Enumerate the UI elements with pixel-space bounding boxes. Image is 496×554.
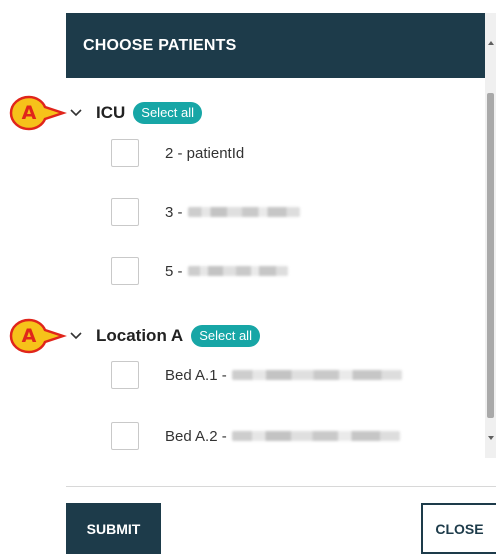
patient-row[interactable]: Bed A.1 -	[111, 357, 402, 393]
scroll-down-arrow-icon[interactable]	[488, 436, 494, 440]
patient-checkbox[interactable]	[111, 422, 139, 450]
redacted-name	[231, 370, 402, 380]
callout-marker: A	[5, 93, 67, 133]
chevron-down-icon[interactable]	[66, 98, 86, 128]
group-header-icu: ICU Select all	[66, 98, 203, 128]
callout-letter: A	[21, 102, 37, 124]
redacted-name	[231, 431, 400, 441]
list-scrollbar[interactable]	[485, 13, 496, 458]
dialog-title: CHOOSE PATIENTS	[83, 36, 237, 54]
patient-checkbox[interactable]	[111, 257, 139, 285]
patient-label: 2 - patientId	[165, 144, 245, 162]
patient-label: Bed A.2 -	[165, 428, 400, 445]
patient-row[interactable]: 5 -	[111, 253, 288, 289]
redacted-name	[187, 207, 300, 217]
patient-row[interactable]: 3 -	[111, 194, 300, 230]
patient-row[interactable]: Bed A.2 -	[111, 418, 400, 454]
callout-letter: A	[21, 325, 37, 347]
submit-button[interactable]: SUBMIT	[66, 503, 161, 554]
group-name-location-a: Location A	[96, 326, 184, 345]
callout-marker: A	[5, 316, 67, 356]
patient-label: Bed A.1 -	[165, 367, 402, 384]
patient-checkbox[interactable]	[111, 198, 139, 226]
group-header-location-a: Location A Select all	[66, 321, 260, 351]
dialog-header: CHOOSE PATIENTS	[66, 13, 496, 78]
group-name-icu: ICU	[96, 103, 126, 122]
close-button[interactable]: CLOSE	[421, 503, 496, 554]
redacted-name	[187, 266, 288, 276]
patient-row[interactable]: 2 - patientId	[111, 135, 244, 171]
patient-checkbox[interactable]	[111, 139, 139, 167]
patient-checkbox[interactable]	[111, 361, 139, 389]
select-all-icu-button[interactable]: Select all	[133, 102, 203, 124]
footer-divider	[66, 486, 496, 487]
scrollbar-thumb[interactable]	[487, 93, 494, 418]
patient-list: ICU Select all 2 - patientId 3 - 5 - Loc…	[66, 78, 485, 458]
scroll-up-arrow-icon[interactable]	[488, 41, 494, 45]
patient-label: 3 -	[165, 204, 300, 221]
select-all-location-a-button[interactable]: Select all	[191, 325, 260, 347]
patient-label: 5 -	[165, 263, 288, 280]
chevron-down-icon[interactable]	[66, 321, 86, 351]
